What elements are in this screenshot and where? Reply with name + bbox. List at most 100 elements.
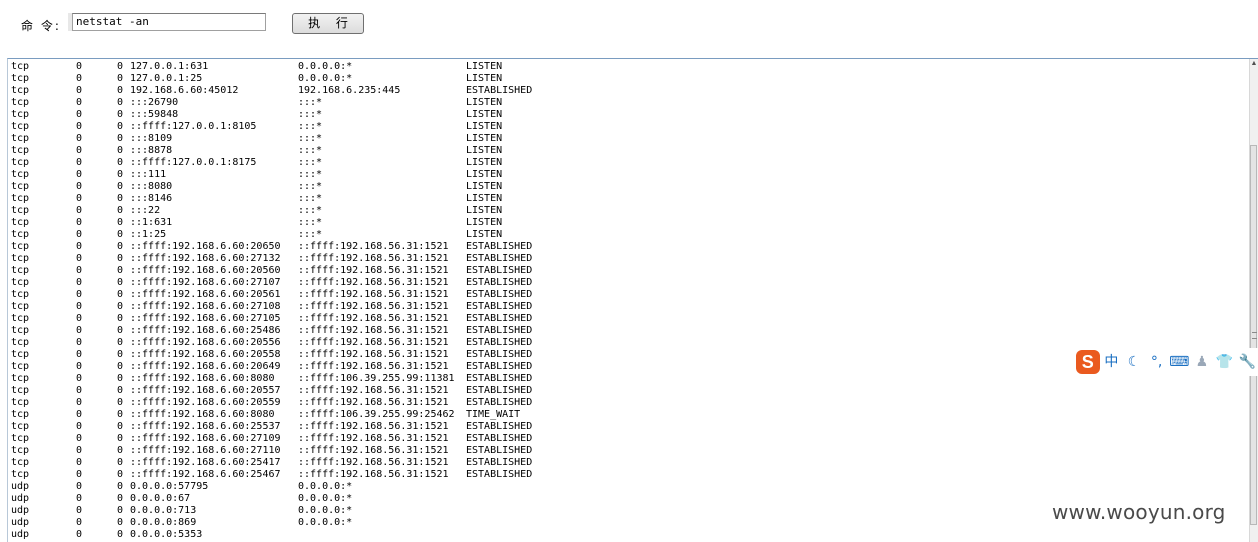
shirt-icon[interactable]: 👕 (1214, 351, 1236, 373)
recv-q-cell: 0 (76, 229, 83, 240)
foreign-address-cell: 0.0.0.0:* (298, 73, 353, 84)
foreign-address-cell: ::ffff:192.168.56.31:1521 (298, 397, 449, 408)
local-address-cell: ::ffff:192.168.6.60:8080 (130, 409, 275, 420)
scroll-thumb[interactable] (1250, 145, 1257, 525)
send-q-cell: 0 (117, 385, 124, 396)
proto-cell: tcp (11, 133, 30, 144)
foreign-address-cell: 0.0.0.0:* (298, 61, 353, 72)
proto-cell: tcp (11, 265, 30, 276)
send-q-cell: 0 (117, 265, 124, 276)
recv-q-cell: 0 (76, 373, 83, 384)
scroll-up-icon[interactable]: ▲ (1250, 59, 1258, 69)
execute-button[interactable]: 执 行 (292, 13, 364, 34)
send-q-cell: 0 (117, 433, 124, 444)
send-q-cell: 0 (117, 133, 124, 144)
foreign-address-cell: ::ffff:192.168.56.31:1521 (298, 325, 449, 336)
state-cell: LISTEN (466, 133, 503, 144)
foreign-address-cell: :::* (298, 169, 323, 180)
send-q-cell: 0 (117, 481, 124, 492)
watermark: www.wooyun.org (1052, 500, 1226, 524)
foreign-address-cell: :::* (298, 109, 323, 120)
send-q-cell: 0 (117, 493, 124, 504)
state-cell: ESTABLISHED (466, 313, 533, 324)
state-cell: LISTEN (466, 157, 503, 168)
foreign-address-cell: :::* (298, 133, 323, 144)
foreign-address-cell: ::ffff:192.168.56.31:1521 (298, 361, 449, 372)
foreign-address-cell: ::ffff:192.168.56.31:1521 (298, 289, 449, 300)
person-icon[interactable]: ♟ (1191, 351, 1213, 373)
send-q-cell: 0 (117, 73, 124, 84)
recv-q-cell: 0 (76, 133, 83, 144)
recv-q-cell: 0 (76, 109, 83, 120)
recv-q-cell: 0 (76, 121, 83, 132)
foreign-address-cell: :::* (298, 229, 323, 240)
state-cell: ESTABLISHED (466, 373, 533, 384)
send-q-cell: 0 (117, 157, 124, 168)
command-input[interactable] (72, 13, 266, 31)
proto-cell: tcp (11, 469, 30, 480)
foreign-address-cell: ::ffff:192.168.56.31:1521 (298, 445, 449, 456)
recv-q-cell: 0 (76, 205, 83, 216)
proto-cell: tcp (11, 253, 30, 264)
local-address-cell: ::ffff:127.0.0.1:8175 (130, 157, 257, 168)
foreign-address-cell: ::ffff:192.168.56.31:1521 (298, 469, 449, 480)
recv-q-cell: 0 (76, 193, 83, 204)
recv-q-cell: 0 (76, 289, 83, 300)
send-q-cell: 0 (117, 241, 124, 252)
proto-cell: tcp (11, 349, 30, 360)
wrench-icon[interactable]: 🔧 (1236, 351, 1258, 373)
recv-q-cell: 0 (76, 421, 83, 432)
foreign-address-cell: ::ffff:192.168.56.31:1521 (298, 241, 449, 252)
proto-cell: tcp (11, 241, 30, 252)
proto-cell: tcp (11, 289, 30, 300)
punctuation-icon[interactable]: °, (1146, 351, 1168, 373)
recv-q-cell: 0 (76, 157, 83, 168)
local-address-cell: :::8878 (130, 145, 173, 156)
send-q-cell: 0 (117, 457, 124, 468)
send-q-cell: 0 (117, 145, 124, 156)
proto-cell: udp (11, 493, 30, 504)
proto-cell: tcp (11, 181, 30, 192)
local-address-cell: ::ffff:192.168.6.60:25486 (130, 325, 281, 336)
proto-cell: tcp (11, 217, 30, 228)
foreign-address-cell: :::* (298, 157, 323, 168)
proto-cell: tcp (11, 121, 30, 132)
proto-cell: tcp (11, 409, 30, 420)
recv-q-cell: 0 (76, 217, 83, 228)
local-address-cell: ::1:25 (130, 229, 167, 240)
state-cell: ESTABLISHED (466, 289, 533, 300)
scrollbar[interactable]: ▲ (1249, 59, 1258, 542)
send-q-cell: 0 (117, 397, 124, 408)
recv-q-cell: 0 (76, 409, 83, 420)
sogou-logo-icon[interactable]: S (1076, 350, 1100, 374)
local-address-cell: ::ffff:192.168.6.60:20559 (130, 397, 281, 408)
send-q-cell: 0 (117, 289, 124, 300)
local-address-cell: ::ffff:192.168.6.60:27132 (130, 253, 281, 264)
proto-cell: tcp (11, 313, 30, 324)
foreign-address-cell: :::* (298, 205, 323, 216)
moon-icon[interactable]: ☾ (1123, 351, 1145, 373)
command-label: 命 令: (21, 19, 61, 33)
send-q-cell: 0 (117, 205, 124, 216)
state-cell: ESTABLISHED (466, 337, 533, 348)
local-address-cell: 0.0.0.0:869 (130, 517, 197, 528)
recv-q-cell: 0 (76, 469, 83, 480)
send-q-cell: 0 (117, 409, 124, 420)
recv-q-cell: 0 (76, 457, 83, 468)
recv-q-cell: 0 (76, 481, 83, 492)
command-bar: 命 令: 执 行 (0, 0, 1258, 57)
foreign-address-cell: ::ffff:106.39.255.99:25462 (298, 409, 455, 420)
proto-cell: tcp (11, 373, 30, 384)
local-address-cell: :::111 (130, 169, 167, 180)
recv-q-cell: 0 (76, 517, 83, 528)
state-cell: ESTABLISHED (466, 349, 533, 360)
local-address-cell: ::ffff:192.168.6.60:8080 (130, 373, 275, 384)
state-cell: LISTEN (466, 61, 503, 72)
keyboard-icon[interactable]: ⌨ (1168, 351, 1190, 373)
send-q-cell: 0 (117, 121, 124, 132)
state-cell: ESTABLISHED (466, 421, 533, 432)
proto-cell: tcp (11, 433, 30, 444)
proto-cell: tcp (11, 277, 30, 288)
chinese-mode-indicator[interactable]: 中 (1101, 351, 1123, 373)
foreign-address-cell: 0.0.0.0:* (298, 505, 353, 516)
